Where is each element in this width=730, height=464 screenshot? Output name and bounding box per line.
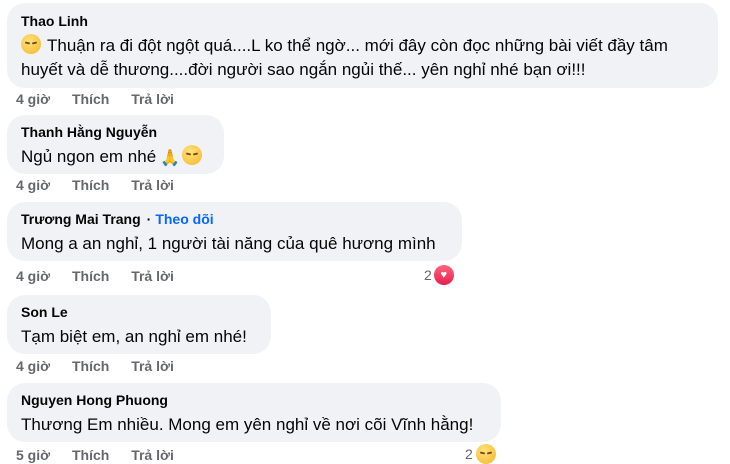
comment-bubble: Trương Mai Trang · Theo dõi Mong a an nghỉ… [7,202,462,261]
reaction-count: 2 [424,267,432,283]
comment-time[interactable]: 4 giờ [16,358,50,374]
comment-text: Mong a an nghỉ, 1 người tài năng của quê… [21,234,436,253]
like-button[interactable]: Thích [72,447,109,463]
comment-author[interactable]: Thao Linh [21,12,704,30]
comment-bubble: Nguyen Hong Phuong Thương Em nhiều. Mong… [7,383,501,442]
comment-bubble: Thao Linh Thuận ra đi đột ngột quá....L … [7,3,718,88]
reply-button[interactable]: Trả lời [131,358,174,374]
reply-button[interactable]: Trả lời [131,177,174,193]
reaction-summary[interactable]: 2 [465,444,496,464]
comment-son-le: Son Le Tạm biệt em, an nghỉ em nhé! [7,295,271,354]
tearful-face-icon [182,145,203,165]
comment-text-body: Thuận ra đi đột ngột quá....L ko thể ngờ… [21,36,668,79]
reply-button[interactable]: Trả lời [131,268,174,284]
comment-author[interactable]: Thanh Hằng Nguyễn [21,123,210,141]
like-button[interactable]: Thích [72,177,109,193]
comment-text: Ngủ ngon em nhé 🙏 [21,145,210,171]
comment-text-body: Ngủ ngon em nhé [21,147,157,166]
reply-button[interactable]: Trả lời [131,91,174,107]
comment-bubble: Son Le Tạm biệt em, an nghỉ em nhé! [7,295,271,354]
comment-bubble: Thanh Hằng Nguyễn Ngủ ngon em nhé 🙏 [7,115,224,174]
follow-button[interactable]: Theo dõi [155,211,213,227]
care-reaction-icon [475,444,496,464]
comment-actions: 5 giờ Thích Trả lời [16,447,192,463]
comment-author[interactable]: Trương Mai Trang [21,211,141,227]
comment-time[interactable]: 4 giờ [16,91,50,107]
comment-text: Tạm biệt em, an nghỉ em nhé! [21,327,247,346]
comment-truong-mai-trang: Trương Mai Trang · Theo dõi Mong a an nghỉ… [7,202,462,261]
comment-thanh-hang-nguyen: Thanh Hằng Nguyễn Ngủ ngon em nhé 🙏 [7,115,224,174]
comment-actions: 4 giờ Thích Trả lời [16,177,192,193]
comment-text: Thuận ra đi đột ngột quá....L ko thể ngờ… [21,34,704,82]
comment-time[interactable]: 4 giờ [16,268,50,284]
folded-hands-icon: 🙏 [160,150,181,167]
like-button[interactable]: Thích [72,91,109,107]
comment-author[interactable]: Son Le [21,303,257,321]
comment-author-line: Trương Mai Trang · Theo dõi [21,210,448,228]
comment-time[interactable]: 5 giờ [16,447,50,463]
reaction-count: 2 [465,446,473,462]
comment-actions: 4 giờ Thích Trả lời [16,268,192,284]
comment-actions: 4 giờ Thích Trả lời [16,91,192,107]
comment-thao-linh: Thao Linh Thuận ra đi đột ngột quá....L … [7,3,718,88]
like-button[interactable]: Thích [72,358,109,374]
disappointed-face-icon [21,34,41,54]
reply-button[interactable]: Trả lời [131,447,174,463]
reaction-summary[interactable]: 2 ♥ [424,265,454,285]
like-button[interactable]: Thích [72,268,109,284]
comment-author[interactable]: Nguyen Hong Phuong [21,391,487,409]
separator-dot: · [146,211,152,227]
comment-time[interactable]: 4 giờ [16,177,50,193]
comment-nguyen-hong-phuong: Nguyen Hong Phuong Thương Em nhiều. Mong… [7,383,501,442]
comment-actions: 4 giờ Thích Trả lời [16,358,192,374]
love-reaction-icon: ♥ [433,265,454,285]
comment-text: Thương Em nhiều. Mong em yên nghỉ về nơi… [21,415,474,434]
